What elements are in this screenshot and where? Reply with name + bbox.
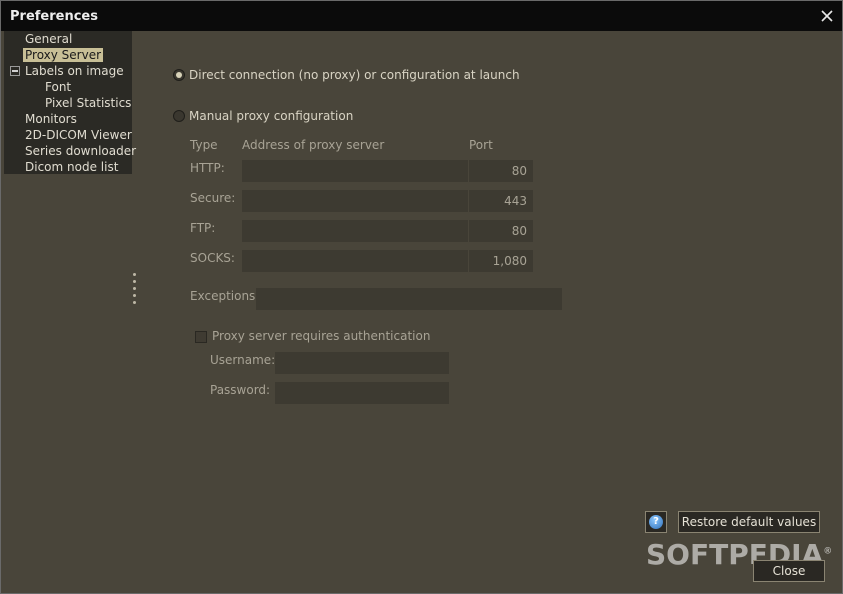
username-label: Username: bbox=[210, 353, 276, 367]
port-column-header: Port bbox=[469, 138, 493, 152]
password-label: Password: bbox=[210, 383, 271, 397]
preferences-window: Preferences General Proxy Server Labels … bbox=[0, 0, 843, 594]
socks-address-input[interactable] bbox=[242, 250, 468, 272]
address-column-header: Address of proxy server bbox=[242, 138, 385, 152]
socks-port-input[interactable] bbox=[469, 250, 533, 272]
auth-required-checkbox[interactable] bbox=[195, 331, 207, 343]
socks-label: SOCKS: bbox=[190, 251, 235, 265]
ftp-address-input[interactable] bbox=[242, 220, 468, 242]
tree-item-2d-dicom-viewer[interactable]: 2D-DICOM Viewer bbox=[25, 127, 132, 143]
password-input[interactable] bbox=[275, 382, 449, 404]
type-column-header: Type bbox=[190, 138, 218, 152]
title-bar: Preferences bbox=[1, 1, 842, 31]
preferences-tree: General Proxy Server Labels on image Fon… bbox=[4, 31, 136, 175]
direct-connection-radio[interactable] bbox=[173, 69, 185, 81]
exceptions-label: Exceptions: bbox=[190, 289, 260, 303]
tree-item-series-downloader[interactable]: Series downloader bbox=[25, 143, 136, 159]
tree-item-labels-on-image[interactable]: Labels on image bbox=[25, 63, 124, 79]
restore-defaults-button[interactable]: Restore default values bbox=[678, 511, 820, 533]
tree-item-dicom-node-list[interactable]: Dicom node list bbox=[25, 159, 118, 175]
tree-item-font[interactable]: Font bbox=[45, 79, 71, 95]
tree-item-monitors[interactable]: Monitors bbox=[25, 111, 77, 127]
secure-address-input[interactable] bbox=[242, 190, 468, 212]
auth-required-label[interactable]: Proxy server requires authentication bbox=[212, 329, 430, 343]
http-port-input[interactable] bbox=[469, 160, 533, 182]
tree-item-pixel-statistics[interactable]: Pixel Statistics bbox=[45, 95, 131, 111]
http-label: HTTP: bbox=[190, 161, 225, 175]
splitter-handle[interactable] bbox=[133, 273, 137, 308]
tree-item-general[interactable]: General bbox=[25, 31, 72, 47]
help-button[interactable]: ? bbox=[645, 511, 667, 533]
manual-proxy-radio[interactable] bbox=[173, 110, 185, 122]
http-address-input[interactable] bbox=[242, 160, 468, 182]
close-button[interactable]: Close bbox=[753, 560, 825, 582]
exceptions-input[interactable] bbox=[256, 288, 562, 310]
ftp-port-input[interactable] bbox=[469, 220, 533, 242]
username-input[interactable] bbox=[275, 352, 449, 374]
help-icon: ? bbox=[649, 515, 663, 529]
window-title: Preferences bbox=[10, 9, 98, 24]
direct-connection-label[interactable]: Direct connection (no proxy) or configur… bbox=[189, 68, 520, 82]
tree-item-proxy-server[interactable]: Proxy Server bbox=[23, 47, 104, 63]
secure-label: Secure: bbox=[190, 191, 236, 205]
ftp-label: FTP: bbox=[190, 221, 216, 235]
secure-port-input[interactable] bbox=[469, 190, 533, 212]
manual-proxy-label[interactable]: Manual proxy configuration bbox=[189, 109, 353, 123]
collapse-icon[interactable] bbox=[10, 66, 20, 76]
close-icon[interactable] bbox=[820, 9, 834, 23]
